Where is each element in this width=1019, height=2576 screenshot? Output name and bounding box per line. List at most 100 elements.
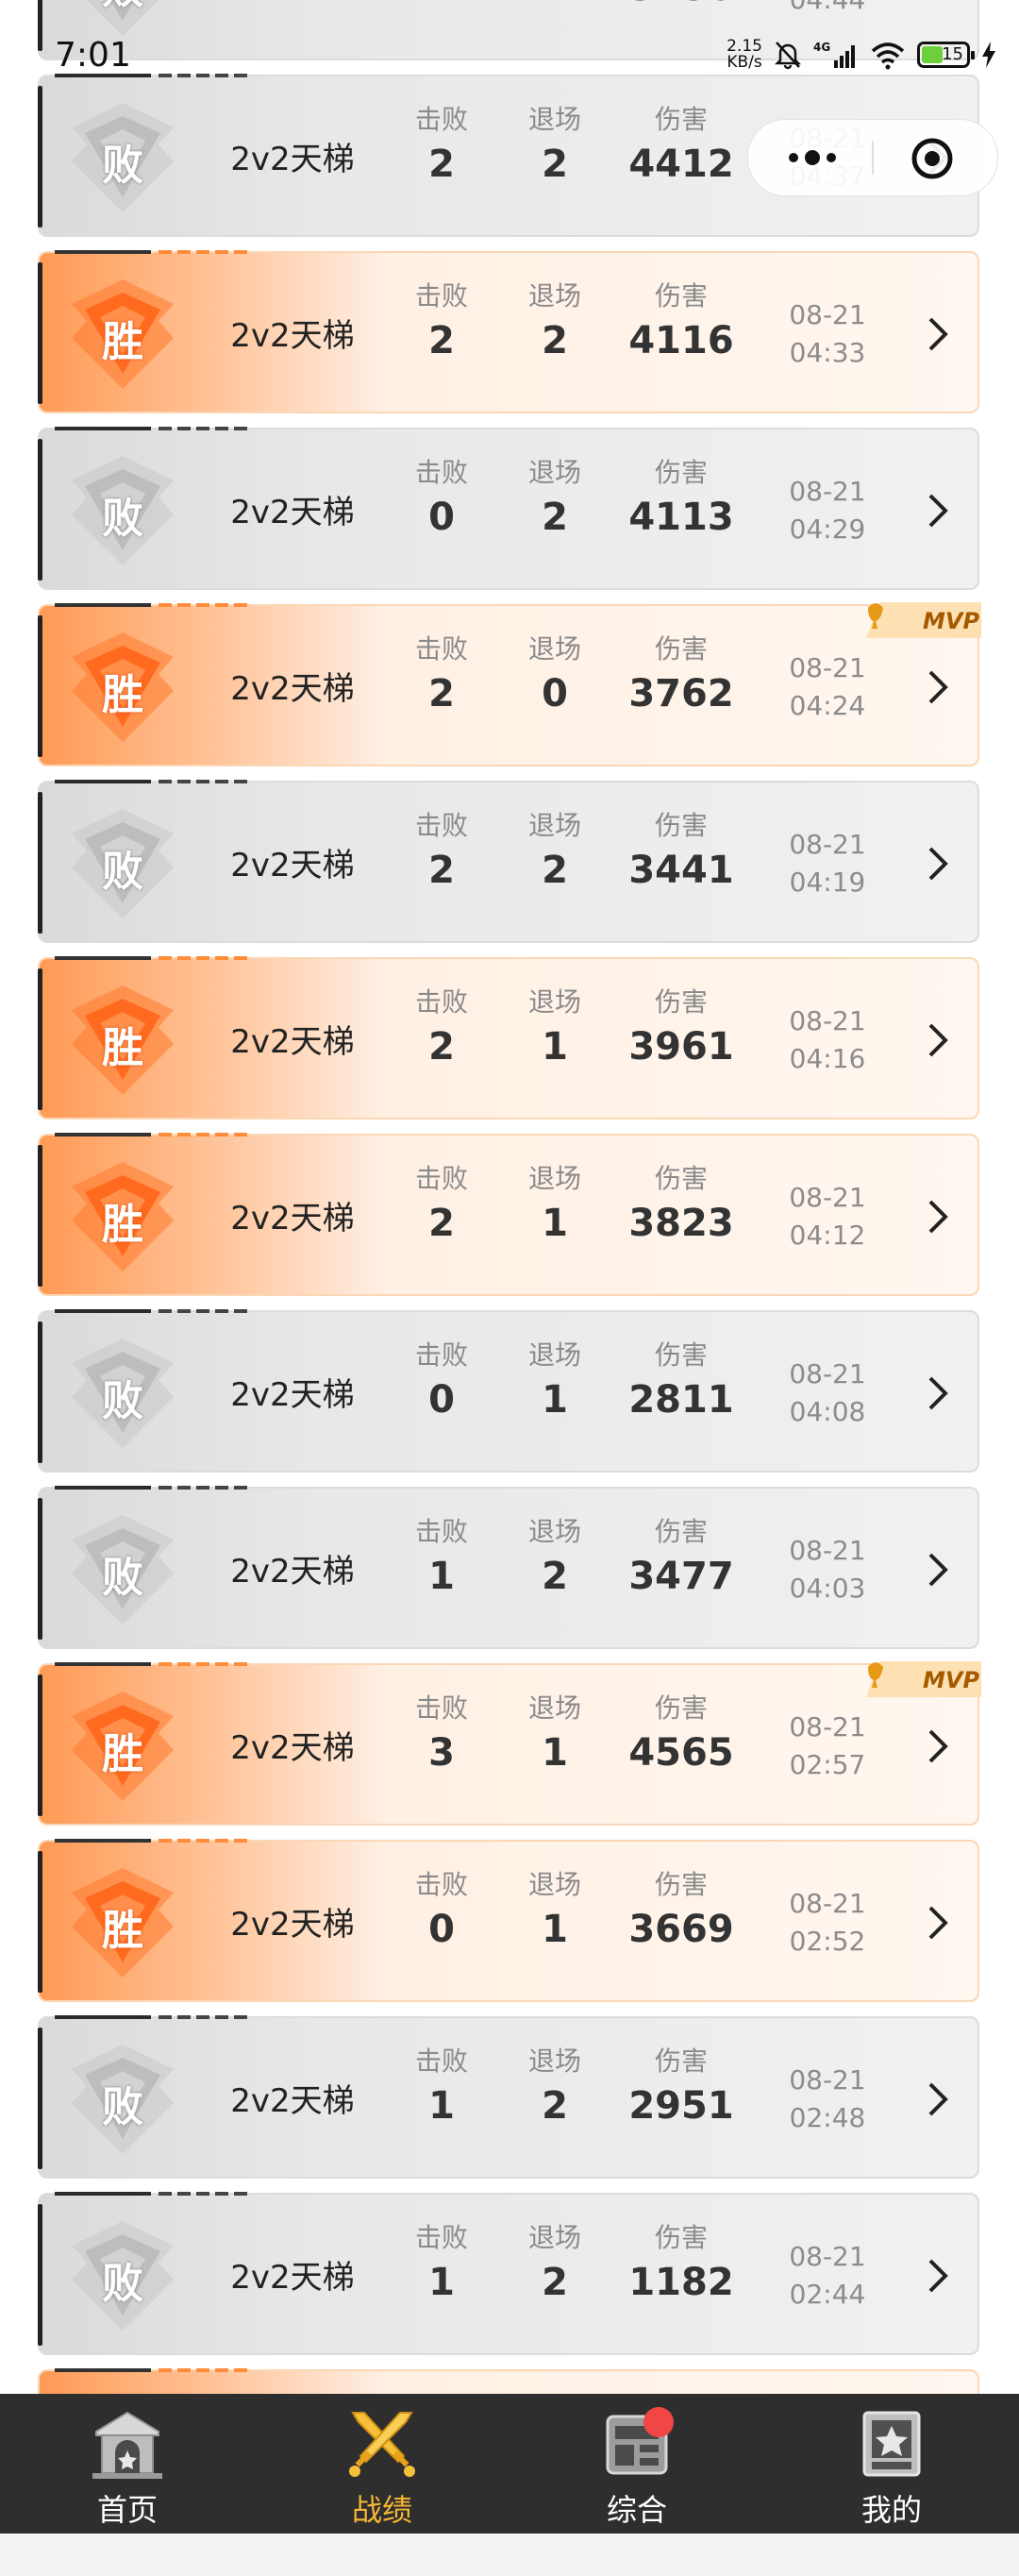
stat-label: 击败 (414, 1163, 468, 1194)
tab-label: 首页 (96, 2492, 158, 2528)
tab-label: 综合 (606, 2492, 667, 2528)
stat-label: 退场 (527, 104, 581, 135)
result-label: 胜 (102, 318, 143, 366)
stat-kills: 击败 1 (376, 1515, 508, 1602)
game-mode: 2v2天梯 (230, 1729, 355, 1767)
match-card[interactable]: 胜 2v2天梯 击败 2 退场 0 伤害 3762 08-21 04:24 MVP (38, 602, 981, 766)
exits-value: 2 (542, 849, 568, 892)
game-mode: 2v2天梯 (230, 317, 355, 355)
stat-damage: 伤害 3441 (615, 809, 747, 896)
stat-exits: 退场 2 (489, 1515, 621, 1602)
svg-text:4G: 4G (813, 41, 830, 54)
game-mode: 2v2天梯 (230, 1023, 355, 1061)
match-datetime: 08-21 02:52 (757, 1885, 898, 1961)
match-card[interactable]: 胜 2v2天梯 击败 0 退场 1 伤害 3669 08-21 02:52 (38, 1839, 979, 2002)
kills-value: 0 (428, 1378, 455, 1422)
match-time: 04:12 (789, 1220, 866, 1251)
card-top-decoration (55, 2015, 247, 2020)
stat-label: 退场 (527, 986, 581, 1018)
svg-text:MVP: MVP (923, 1667, 979, 1693)
game-mode: 2v2天梯 (230, 1200, 355, 1237)
profile-card-icon (862, 2411, 921, 2477)
chevron-right-icon (928, 1729, 948, 1763)
stat-kills: 击败 0 (376, 456, 508, 543)
card-left-bar (38, 792, 42, 934)
damage-value: 3669 (628, 1908, 734, 1951)
tab-records[interactable]: 战绩 (255, 2394, 510, 2534)
close-miniprogram-icon[interactable] (910, 137, 954, 180)
match-card[interactable]: 胜 2v2天梯 击败 2 退场 1 伤害 3823 08-21 04:12 (38, 1133, 979, 1296)
card-top-decoration (55, 427, 247, 431)
result-emblem: 败 (64, 99, 181, 216)
stat-label: 退场 (527, 1163, 581, 1194)
tab-overview[interactable]: 综合 (510, 2394, 764, 2534)
card-top-decoration (55, 2192, 247, 2197)
chevron-right-icon (928, 494, 948, 528)
stat-label: 退场 (527, 280, 581, 311)
stat-label: 击败 (414, 633, 468, 665)
stat-kills: 击败 2 (376, 985, 508, 1072)
kills-value: 2 (428, 1202, 455, 1245)
match-datetime: 08-21 04:08 (757, 1355, 898, 1431)
match-time: 04:08 (789, 1396, 866, 1427)
exits-value: 2 (542, 319, 568, 362)
stat-kills: 击败 2 (376, 279, 508, 366)
damage-value: 3441 (628, 849, 734, 892)
tab-home[interactable]: 首页 (0, 2394, 255, 2534)
match-date: 08-21 (789, 1005, 866, 1036)
match-card[interactable]: 胜 2v2天梯 击败 2 退场 1 伤害 3961 08-21 04:16 (38, 956, 979, 1120)
card-left-bar (38, 1851, 42, 1993)
exits-value: 2 (542, 496, 568, 539)
match-card[interactable]: 败 2v2天梯 击败 0 退场 1 伤害 2811 08-21 04:08 (38, 1309, 979, 1473)
chevron-right-icon (928, 317, 948, 351)
stat-label: 退场 (527, 457, 581, 488)
kills-value: 2 (428, 319, 455, 362)
notification-dot (643, 2407, 674, 2437)
stat-exits: 退场 1 (489, 985, 621, 1072)
card-left-bar (38, 2028, 42, 2169)
damage-value: 3762 (628, 672, 734, 716)
tab-profile[interactable]: 我的 (764, 2394, 1019, 2534)
kills-value: 2 (428, 849, 455, 892)
result-label: 胜 (102, 671, 143, 719)
match-datetime: 08-21 02:57 (757, 1709, 898, 1784)
result-label: 胜 (102, 1024, 143, 1072)
chevron-right-icon (928, 2259, 948, 2293)
more-menu-icon[interactable] (784, 146, 841, 169)
match-datetime: 08-21 04:29 (757, 473, 898, 548)
kills-value: 0 (428, 1908, 455, 1951)
match-card[interactable]: 败 2v2天梯 击败 1 退场 2 伤害 2951 08-21 02:48 (38, 2015, 979, 2179)
card-left-bar (38, 439, 42, 581)
stat-label: 伤害 (654, 457, 708, 488)
match-time: 02:44 (789, 2279, 866, 2310)
card-top-decoration (55, 956, 247, 961)
match-date: 08-21 (789, 652, 866, 683)
stat-label: 伤害 (654, 2222, 708, 2253)
match-card-peek[interactable] (38, 2368, 979, 2394)
match-card[interactable]: 败 2v2天梯 击败 1 退场 2 伤害 1182 08-21 02:44 (38, 2192, 979, 2355)
stat-damage: 伤害 3477 (615, 1515, 747, 1602)
match-card[interactable]: 败 2v2天梯 击败 1 退场 2 伤害 3477 08-21 04:03 (38, 1486, 979, 1649)
match-card[interactable]: 败 2v2天梯 击败 0 退场 2 伤害 4113 08-21 04:29 (38, 427, 979, 590)
match-list[interactable]: 败2v2天梯击败1退场2伤害345008-2104:44败2v2天梯击败2退场2… (0, 0, 1019, 2394)
match-time: 04:19 (789, 867, 866, 898)
game-mode: 2v2天梯 (230, 1553, 355, 1591)
result-label: 败 (102, 2083, 143, 2131)
match-card[interactable]: 胜 2v2天梯 击败 2 退场 2 伤害 4116 08-21 04:33 (38, 250, 979, 413)
match-time: 04:29 (789, 514, 866, 545)
game-mode: 2v2天梯 (230, 670, 355, 708)
stat-label: 击败 (414, 1516, 468, 1547)
damage-value: 1182 (628, 2261, 734, 2304)
chevron-right-icon (928, 2082, 948, 2116)
status-icons: 2.15 KB/s 4G 15 (727, 34, 996, 76)
result-label: 胜 (102, 1907, 143, 1955)
card-left-bar (38, 262, 42, 404)
match-card[interactable]: 败 2v2天梯 击败 2 退场 2 伤害 3441 08-21 04:19 (38, 780, 979, 943)
result-emblem: 胜 (64, 982, 181, 1099)
result-emblem: 败 (64, 1335, 181, 1452)
stat-kills: 击败 2 (376, 632, 508, 719)
match-card[interactable]: 胜 2v2天梯 击败 3 退场 1 伤害 4565 08-21 02:57 MVP (38, 1661, 981, 1826)
card-top-decoration (55, 780, 247, 784)
exits-value: 2 (542, 2084, 568, 2128)
stat-kills: 击败 1 (376, 2221, 508, 2308)
